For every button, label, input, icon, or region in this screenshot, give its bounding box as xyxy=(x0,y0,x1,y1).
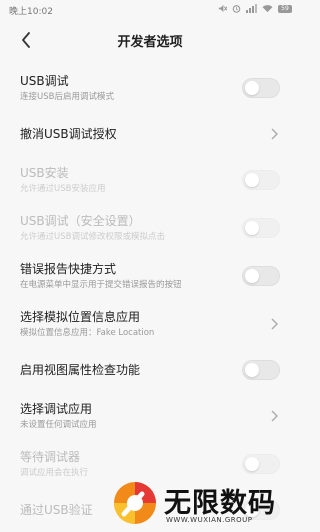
status-time: 晚上10:02 xyxy=(9,7,53,17)
mute-icon xyxy=(218,4,227,13)
toggle-knob xyxy=(245,221,259,235)
wifi-icon xyxy=(262,5,273,13)
view-attribute-inspection-toggle[interactable] xyxy=(242,360,280,380)
setting-subtitle: 未设置任何调试应用 xyxy=(20,419,97,430)
setting-bug-report-shortcut[interactable]: 错误报告快捷方式 在电源菜单中显示用于提交错误报告的按钮 xyxy=(0,252,300,300)
toggle-knob xyxy=(245,457,259,471)
battery-icon: 59 xyxy=(278,4,292,13)
chevron-right-icon xyxy=(271,128,278,140)
watermark: 无限数码 WWW.WUXIAN.GROUP xyxy=(112,478,300,532)
setting-usb-install[interactable]: USB安装 允许通过USB安装应用 xyxy=(0,156,300,204)
alarm-icon xyxy=(232,5,241,13)
toggle-knob xyxy=(245,269,259,283)
status-bar: 晚上10:02 59 xyxy=(0,0,300,20)
usb-debugging-toggle[interactable] xyxy=(242,78,280,98)
settings-list: USB调试 连接USB后启用调试模式 撤消USB调试授权 USB安装 允许通过U… xyxy=(0,64,300,532)
setting-subtitle: 模拟位置信息应用：Fake Location xyxy=(20,327,155,338)
setting-title: 选择模拟位置信息应用 xyxy=(20,309,141,324)
app-header: 开发者选项 xyxy=(0,20,300,60)
chevron-right-icon xyxy=(271,410,278,422)
setting-view-attribute-inspection[interactable]: 启用视图属性检查功能 xyxy=(0,348,300,392)
setting-usb-debugging[interactable]: USB调试 连接USB后启用调试模式 xyxy=(0,64,300,112)
status-icons: 59 xyxy=(218,4,292,13)
setting-usb-debugging-security[interactable]: USB调试（安全设置） 允许通过USB调试修改权限或模拟点击 xyxy=(0,204,300,252)
usb-install-toggle[interactable] xyxy=(242,170,280,190)
bug-report-shortcut-toggle[interactable] xyxy=(242,266,280,286)
wait-for-debugger-toggle[interactable] xyxy=(242,454,280,474)
watermark-url: WWW.WUXIAN.GROUP xyxy=(166,516,253,524)
signal-icon xyxy=(246,4,257,13)
setting-select-debug-app[interactable]: 选择调试应用 未设置任何调试应用 xyxy=(0,392,300,440)
setting-title: 撤消USB调试授权 xyxy=(20,127,117,141)
usb-debugging-security-toggle[interactable] xyxy=(242,218,280,238)
toggle-knob xyxy=(245,81,259,95)
setting-title: 选择调试应用 xyxy=(20,401,93,416)
setting-revoke-usb-auth[interactable]: 撤消USB调试授权 xyxy=(0,112,300,156)
page-title: 开发者选项 xyxy=(117,35,183,50)
wuxian-logo-icon xyxy=(114,482,156,524)
setting-mock-location-app[interactable]: 选择模拟位置信息应用 模拟位置信息应用：Fake Location xyxy=(0,300,300,348)
toggle-knob xyxy=(245,173,259,187)
chevron-right-icon xyxy=(271,318,278,330)
watermark-name: 无限数码 xyxy=(164,488,276,519)
toggle-knob xyxy=(245,363,259,377)
